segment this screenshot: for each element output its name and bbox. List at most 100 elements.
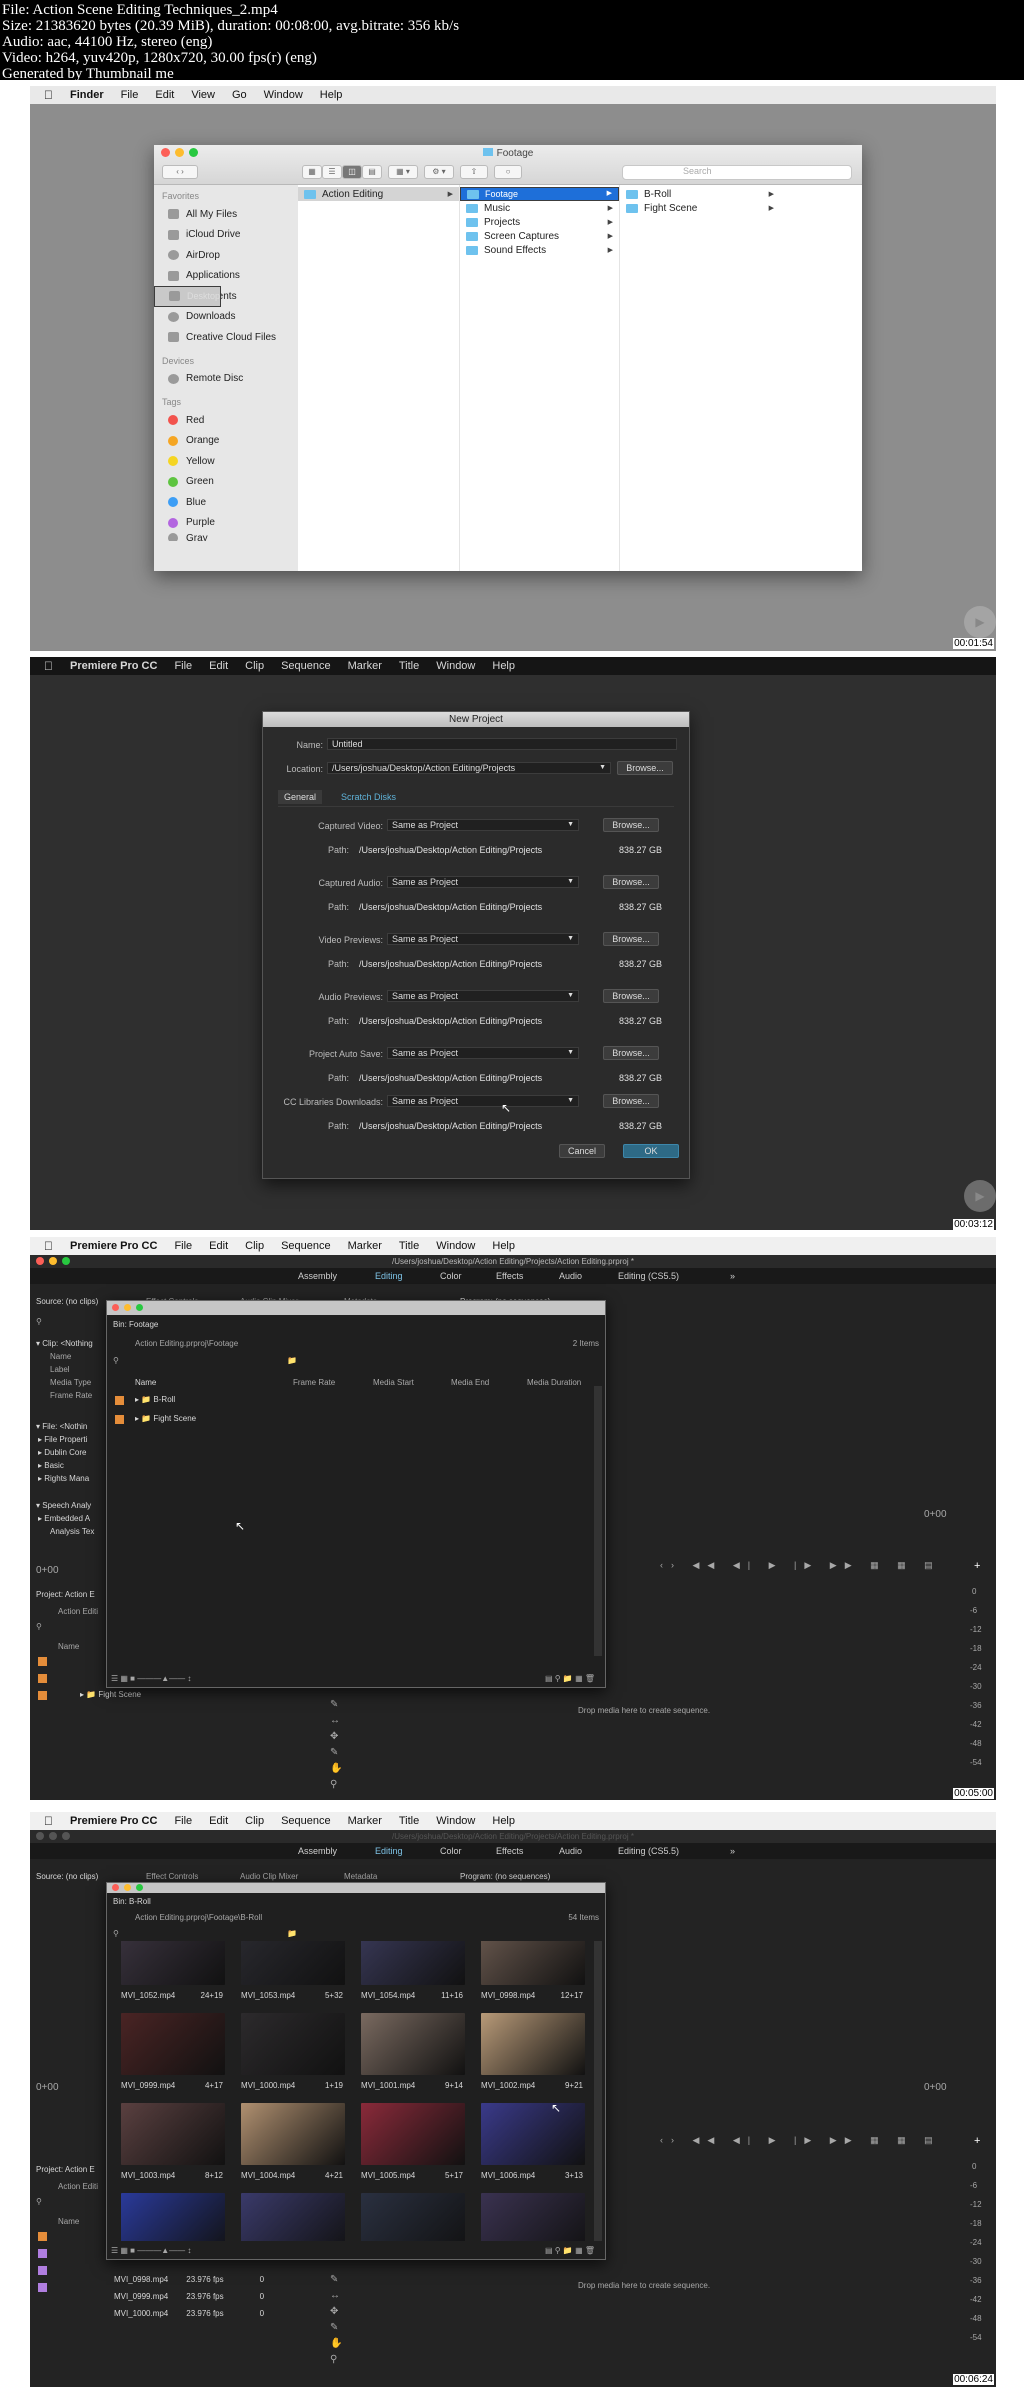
menu-edit[interactable]: Edit	[209, 1240, 228, 1252]
menu-file[interactable]: File	[174, 660, 192, 672]
column-media-end[interactable]: Media End	[451, 1378, 489, 1387]
bin-footer-toolbar[interactable]: ☰ ▦ ■ ———▲—— ↕	[111, 1674, 191, 1683]
project-name-column[interactable]: Name	[58, 1642, 79, 1651]
project-auto-save-browse-button[interactable]: Browse...	[603, 1046, 659, 1060]
location-browse-button[interactable]: Browse...	[617, 761, 673, 775]
column-frame-rate[interactable]: Frame Rate	[293, 1378, 335, 1387]
clip-thumbnail[interactable]: MVI_1006.mp4 3+13	[475, 2103, 585, 2189]
cc-libraries-browse-button[interactable]: Browse...	[603, 1094, 659, 1108]
menu-file[interactable]: File	[174, 1815, 192, 1827]
video-previews-select[interactable]: Same as Project ▼	[387, 933, 579, 945]
list-row[interactable]: MVI_0998.mp4 23.976 fps 0	[114, 2275, 264, 2284]
transport-controls[interactable]: ‹› ◀◀ ◀| ▶ |▶ ▶▶ ▦ ▦ ▤	[660, 1560, 941, 1571]
bin-item-fight-scene[interactable]: ▸ 📁 Fight Scene	[135, 1414, 196, 1423]
sidebar-item-airdrop[interactable]: AirDrop	[154, 245, 298, 266]
captured-audio-select[interactable]: Same as Project ▼	[387, 876, 579, 888]
share-button[interactable]: ⇧	[460, 165, 488, 179]
menu-finder[interactable]: Finder	[70, 89, 104, 101]
clip-thumbnail[interactable]: MVI_1053.mp4 5+32	[235, 1941, 345, 2009]
bin-footer-toolbar[interactable]: ☰ ▦ ■ ———▲—— ↕	[111, 2246, 191, 2255]
project-auto-save-select[interactable]: Same as Project ▼	[387, 1047, 579, 1059]
file-properties[interactable]: ▸ File Properti	[38, 1435, 87, 1444]
tab-general[interactable]: General	[278, 790, 323, 804]
menu-sequence[interactable]: Sequence	[281, 1815, 331, 1827]
menu-window[interactable]: Window	[436, 1240, 475, 1252]
tag-yellow[interactable]: Yellow	[154, 451, 298, 472]
tags-button[interactable]: ○	[494, 165, 522, 179]
workspace-effects[interactable]: Effects	[496, 1846, 523, 1856]
sidebar-item-applications[interactable]: Applications	[154, 266, 298, 287]
clip-thumbnail[interactable]: MVI_1004.mp4 4+21	[235, 2103, 345, 2189]
apple-icon[interactable]: 	[44, 1239, 53, 1253]
sidebar-item-icloud-drive[interactable]: iCloud Drive	[154, 225, 298, 246]
minimize-button[interactable]	[124, 1884, 131, 1891]
clip-thumbnail[interactable]: MVI_1001.mp4 9+14	[355, 2013, 465, 2099]
workspace-assembly[interactable]: Assembly	[298, 1846, 337, 1856]
rights-management[interactable]: ▸ Rights Mana	[38, 1474, 89, 1483]
bin-scrollbar[interactable]	[594, 1386, 602, 1656]
column-media-start[interactable]: Media Start	[373, 1378, 414, 1387]
audio-previews-browse-button[interactable]: Browse...	[603, 989, 659, 1003]
close-button[interactable]	[112, 1884, 119, 1891]
clip-thumbnail[interactable]: MVI_0998.mp4 12+17	[475, 1941, 585, 2009]
project-search-icon[interactable]: ⚲	[36, 1622, 42, 1631]
new-bin-icon[interactable]: 📁	[287, 1929, 297, 1938]
minimize-button[interactable]	[124, 1304, 131, 1311]
folder-music[interactable]: Music ▶	[460, 201, 619, 215]
close-button[interactable]	[36, 1832, 44, 1840]
zoom-button[interactable]	[136, 1304, 143, 1311]
bin-scrollbar[interactable]	[594, 1941, 602, 2241]
source-tab[interactable]: Source: (no clips)	[36, 1297, 98, 1306]
icon-view-button[interactable]: ▦	[302, 165, 322, 179]
menu-file[interactable]: File	[121, 89, 139, 101]
captured-video-select[interactable]: Same as Project ▼	[387, 819, 579, 831]
tag-gray[interactable]: Gray	[154, 533, 298, 541]
clip-thumbnail[interactable]: MVI_1010.mp46+37	[475, 2193, 585, 2241]
name-field[interactable]: Untitled	[327, 738, 677, 750]
list-view-button[interactable]: ☰	[322, 165, 342, 179]
arrange-button[interactable]: ▦ ▾	[388, 165, 418, 179]
list-row[interactable]: MVI_0999.mp4 23.976 fps 0	[114, 2292, 264, 2301]
bin-footer-actions[interactable]: ▤ ⚲ 📁 ▦ 🗑	[545, 1674, 595, 1683]
clip-thumbnail[interactable]: MVI_0999.mp4 4+17	[115, 2013, 225, 2099]
sidebar-item-desktop[interactable]: Desktop	[154, 286, 222, 307]
tag-blue[interactable]: Blue	[154, 492, 298, 513]
tag-orange[interactable]: Orange	[154, 431, 298, 452]
menu-clip[interactable]: Clip	[245, 1240, 264, 1252]
list-row[interactable]: MVI_1000.mp4 23.976 fps 0	[114, 2309, 264, 2318]
folder-sound-effects[interactable]: Sound Effects ▶	[460, 243, 619, 257]
workspace-more[interactable]: »	[730, 1846, 735, 1856]
cc-libraries-select[interactable]: Same as Project ▼	[387, 1095, 579, 1107]
dublin-core[interactable]: ▸ Dublin Core	[38, 1448, 87, 1457]
close-button[interactable]	[36, 1257, 44, 1265]
menu-clip[interactable]: Clip	[245, 1815, 264, 1827]
menu-help[interactable]: Help	[492, 660, 515, 672]
project-item-fight-scene[interactable]: ▸ 📁 Fight Scene	[80, 1690, 141, 1699]
apple-icon[interactable]: 	[44, 1814, 53, 1828]
clip-thumbnail[interactable]: MVI_1003.mp4 8+12	[115, 2103, 225, 2189]
action-gear-button[interactable]: ⚙ ▾	[424, 165, 454, 179]
video-previews-browse-button[interactable]: Browse...	[603, 932, 659, 946]
workspace-assembly[interactable]: Assembly	[298, 1271, 337, 1281]
column-view-button[interactable]: ◫	[342, 165, 362, 179]
clip-thumbnail[interactable]: MVI_1054.mp4 11+16	[355, 1941, 465, 2009]
clip-thumbnail[interactable]: MVI_1009.mp416+24	[355, 2193, 465, 2241]
workspace-audio[interactable]: Audio	[559, 1271, 582, 1281]
apple-icon[interactable]: 	[44, 88, 53, 102]
menu-help[interactable]: Help	[492, 1815, 515, 1827]
zoom-button[interactable]	[62, 1257, 70, 1265]
workspace-more[interactable]: »	[730, 1271, 735, 1281]
menu-premiere[interactable]: Premiere Pro CC	[70, 1815, 157, 1827]
sidebar-item-downloads[interactable]: Downloads	[154, 307, 298, 328]
sidebar-item-remote-disc[interactable]: Remote Disc	[154, 369, 298, 390]
embedded-adobe[interactable]: ▸ Embedded A	[38, 1514, 90, 1523]
workspace-color[interactable]: Color	[440, 1846, 462, 1856]
tools-panel[interactable]: ✎ ↔ ✥ ✎ ✋ ⚲	[330, 2272, 342, 2368]
back-forward-button[interactable]: ‹ ›	[162, 165, 198, 179]
workspace-editing[interactable]: Editing	[375, 1846, 403, 1856]
minimize-button[interactable]	[49, 1257, 57, 1265]
clip-thumbnail[interactable]: MVI_1007.mp43+28	[115, 2193, 225, 2241]
location-select[interactable]: /Users/joshua/Desktop/Action Editing/Pro…	[327, 762, 611, 774]
column-media-duration[interactable]: Media Duration	[527, 1378, 581, 1387]
menu-title[interactable]: Title	[399, 1815, 419, 1827]
